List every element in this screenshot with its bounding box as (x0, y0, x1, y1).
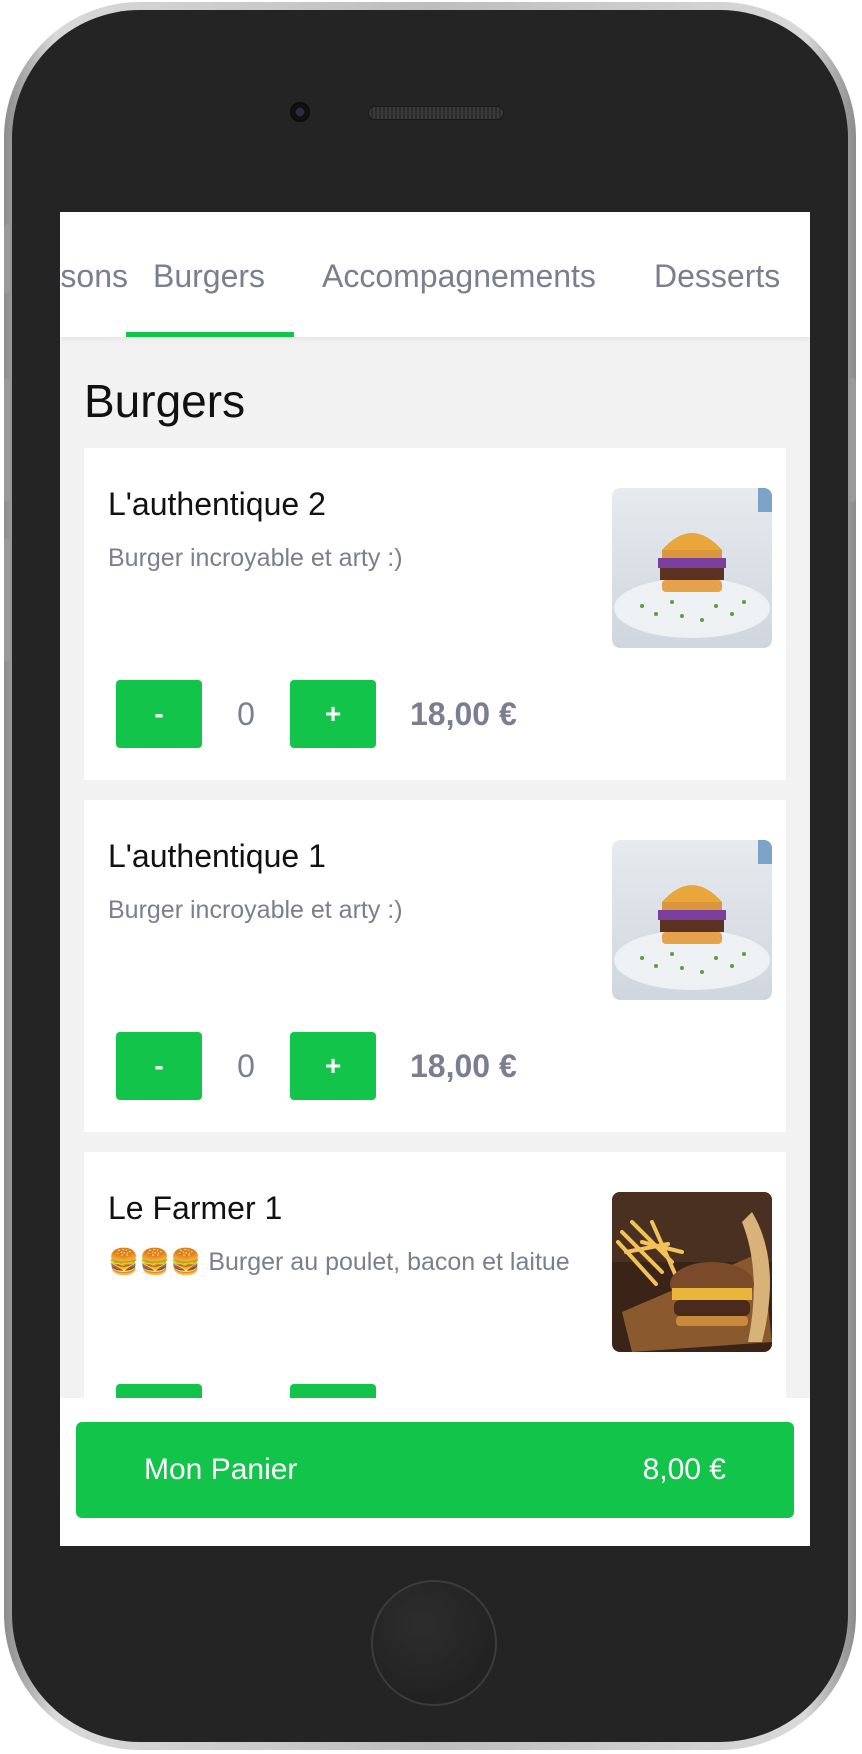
power-button (850, 378, 856, 502)
product-name: L'authentique 1 (108, 838, 326, 874)
product-card[interactable]: L'authentique 1 Burger incroyable et art… (84, 800, 786, 1132)
product-name: L'authentique 2 (108, 486, 326, 522)
cart-label: Mon Panier (144, 1453, 298, 1486)
burger-fries-photo (612, 1192, 772, 1352)
earpiece-speaker (368, 106, 504, 120)
app-screen: Boissons Burgers Accompagnements Dessert… (60, 212, 810, 1546)
category-tabbar: Boissons Burgers Accompagnements Dessert… (60, 212, 810, 337)
volume-down-button (4, 538, 10, 662)
product-card[interactable]: L'authentique 2 Burger incroyable et art… (84, 448, 786, 780)
quantity-value: 0 (237, 696, 255, 732)
burger-photo (612, 840, 772, 1000)
decrease-quantity-button[interactable]: - (116, 680, 202, 748)
product-price: 18,00 € (410, 1048, 517, 1084)
product-image (612, 840, 772, 1000)
phone-frame: Boissons Burgers Accompagnements Dessert… (4, 2, 856, 1750)
product-description: Burger incroyable et arty :) (108, 896, 403, 924)
cart-button[interactable]: Mon Panier 8,00 € (76, 1422, 794, 1518)
mute-switch (4, 224, 10, 294)
tab-label: Accompagnements (322, 258, 596, 294)
cart-footer: Mon Panier 8,00 € (60, 1398, 810, 1546)
tab-desserts[interactable]: Desserts (654, 258, 780, 302)
tab-label: Desserts (654, 258, 781, 294)
tab-label: Burgers (153, 258, 266, 294)
burger-photo (612, 488, 772, 648)
section-title: Burgers (84, 375, 246, 427)
cart-total: 8,00 € (642, 1453, 726, 1486)
active-tab-indicator (126, 332, 294, 337)
increase-quantity-button[interactable]: + (290, 1032, 376, 1100)
volume-up-button (4, 378, 10, 502)
tab-burgers[interactable]: Burgers (153, 258, 265, 302)
tab-label: Boissons (60, 258, 128, 294)
increase-quantity-button[interactable]: + (290, 680, 376, 748)
product-image (612, 1192, 772, 1352)
decrease-quantity-button[interactable]: - (116, 1032, 202, 1100)
quantity-value: 0 (237, 1048, 255, 1084)
front-camera (290, 102, 310, 122)
product-image (612, 488, 772, 648)
product-price: 18,00 € (410, 696, 517, 732)
tab-boissons[interactable]: Boissons (60, 258, 128, 302)
tab-accompagnements[interactable]: Accompagnements (322, 258, 596, 302)
home-button[interactable] (371, 1580, 497, 1706)
product-description: 🍔🍔🍔 Burger au poulet, bacon et laitue (108, 1248, 570, 1276)
product-name: Le Farmer 1 (108, 1190, 283, 1226)
product-description: Burger incroyable et arty :) (108, 544, 403, 572)
